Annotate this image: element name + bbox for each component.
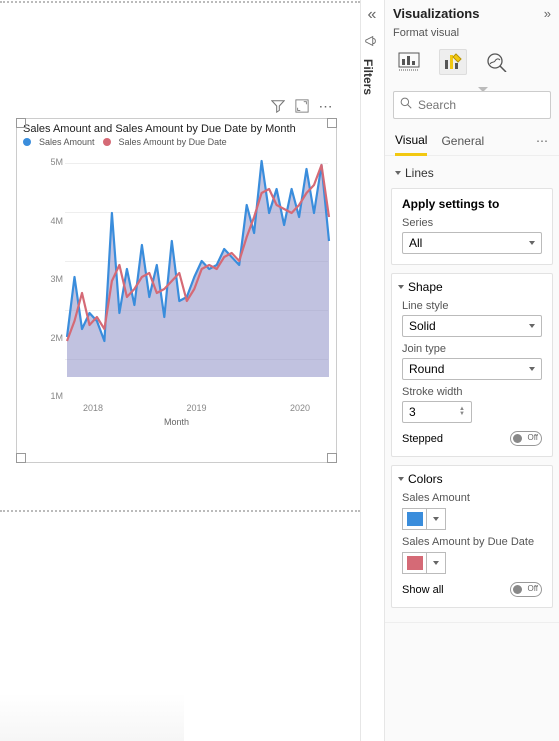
color-dropdown[interactable]: [426, 552, 446, 574]
shape-header[interactable]: Shape: [398, 280, 544, 294]
stepped-toggle[interactable]: Off: [510, 431, 542, 446]
input-value: 3: [409, 405, 416, 419]
toggle-knob: [513, 585, 522, 594]
toggle-knob: [513, 434, 522, 443]
section-label: Lines: [405, 166, 434, 180]
collapse-filters-icon[interactable]: «: [363, 6, 381, 24]
tabs-more-icon[interactable]: ⋯: [536, 134, 549, 148]
series-select[interactable]: All: [402, 232, 542, 254]
color-swatch[interactable]: [402, 508, 426, 530]
analytics-icon[interactable]: [483, 49, 511, 75]
color-swatch[interactable]: [402, 552, 426, 574]
x-axis-ticks: 2018 2019 2020: [65, 403, 328, 413]
join-type-select[interactable]: Round: [402, 358, 542, 380]
resize-handle[interactable]: [16, 118, 26, 128]
chevron-down-icon: [433, 517, 439, 521]
visual-header-toolbar: ⋯: [270, 98, 334, 114]
color-dropdown[interactable]: [426, 508, 446, 530]
chevron-down-icon: [433, 561, 439, 565]
chart-lines: [17, 149, 338, 409]
resize-handle[interactable]: [16, 453, 26, 463]
legend-swatch: [103, 138, 111, 146]
chevron-down-icon: [398, 477, 404, 481]
legend-label: Sales Amount: [39, 137, 95, 147]
apply-settings-card: Apply settings to Series All: [391, 188, 553, 265]
tab-general[interactable]: General: [441, 128, 484, 154]
resize-handle[interactable]: [327, 118, 337, 128]
pane-title: Visualizations: [393, 6, 479, 21]
expand-pane-icon[interactable]: »: [544, 6, 551, 21]
format-search-input[interactable]: [418, 98, 544, 112]
field-label: Show all: [402, 584, 444, 596]
filters-pane-label[interactable]: Filters: [361, 59, 375, 95]
field-label: Sales Amount by Due Date: [402, 536, 542, 548]
chevron-down-icon: [395, 171, 401, 175]
section-lines[interactable]: Lines: [385, 162, 559, 184]
toggle-state: Off: [527, 433, 538, 442]
format-search[interactable]: [393, 91, 551, 119]
x-axis-label: Month: [17, 417, 336, 427]
build-visual-icon[interactable]: [395, 49, 423, 75]
field-label: Line style: [402, 300, 542, 312]
megaphone-icon[interactable]: [361, 34, 381, 53]
search-icon: [400, 96, 412, 114]
chevron-down-icon: [529, 324, 535, 328]
line-style-select[interactable]: Solid: [402, 315, 542, 337]
resize-handle[interactable]: [327, 453, 337, 463]
focus-mode-icon[interactable]: [294, 98, 310, 114]
chevron-down-icon: [398, 285, 404, 289]
canvas-boundary-bottom: [0, 510, 360, 512]
chart-visual[interactable]: Sales Amount and Sales Amount by Due Dat…: [16, 118, 337, 463]
stroke-width-input[interactable]: 3 ▲▼: [402, 401, 472, 423]
showall-toggle[interactable]: Off: [510, 582, 542, 597]
card-title: Shape: [408, 280, 443, 294]
filter-icon[interactable]: [270, 98, 286, 114]
field-label: Stroke width: [402, 386, 542, 398]
select-value: Solid: [409, 319, 436, 333]
chevron-down-icon: [529, 241, 535, 245]
format-tool-row: [385, 43, 559, 83]
pane-subtitle: Format visual: [385, 27, 559, 43]
more-options-icon[interactable]: ⋯: [318, 98, 334, 114]
swatch-fill: [407, 512, 423, 526]
chevron-down-icon: [529, 367, 535, 371]
card-title: Apply settings to: [402, 197, 542, 211]
tool-caret: [385, 79, 559, 87]
canvas-fade: [0, 693, 184, 741]
legend-label: Sales Amount by Due Date: [119, 137, 227, 147]
field-label: Stepped: [402, 433, 443, 445]
field-label: Join type: [402, 343, 542, 355]
chart-title: Sales Amount and Sales Amount by Due Dat…: [17, 119, 336, 135]
field-label: Sales Amount: [402, 492, 542, 504]
stepper-icon[interactable]: ▲▼: [459, 407, 465, 417]
legend-swatch: [23, 138, 31, 146]
filters-pane-collapsed: « Filters: [360, 0, 384, 741]
select-value: All: [409, 236, 422, 250]
card-title: Colors: [408, 472, 443, 486]
swatch-fill: [407, 556, 423, 570]
report-canvas[interactable]: ⋯ Sales Amount and Sales Amount by Due D…: [0, 0, 360, 741]
colors-card: Colors Sales Amount Sales Amount by Due …: [391, 465, 553, 608]
field-label: Series: [402, 217, 542, 229]
canvas-boundary-top: [0, 1, 360, 3]
format-tabs: Visual General ⋯: [385, 127, 559, 156]
colors-header[interactable]: Colors: [398, 472, 544, 486]
format-visual-icon[interactable]: [439, 49, 467, 75]
toggle-state: Off: [527, 584, 538, 593]
chart-legend: Sales Amount Sales Amount by Due Date: [17, 135, 336, 149]
chart-plot-area: Sales Amount and Sales Amount by Due Dat…: [17, 149, 336, 429]
select-value: Round: [409, 362, 444, 376]
visualizations-pane: Visualizations » Format visual Visual Ge…: [384, 0, 559, 741]
shape-card: Shape Line style Solid Join type Round S…: [391, 273, 553, 457]
tab-visual[interactable]: Visual: [395, 127, 427, 156]
